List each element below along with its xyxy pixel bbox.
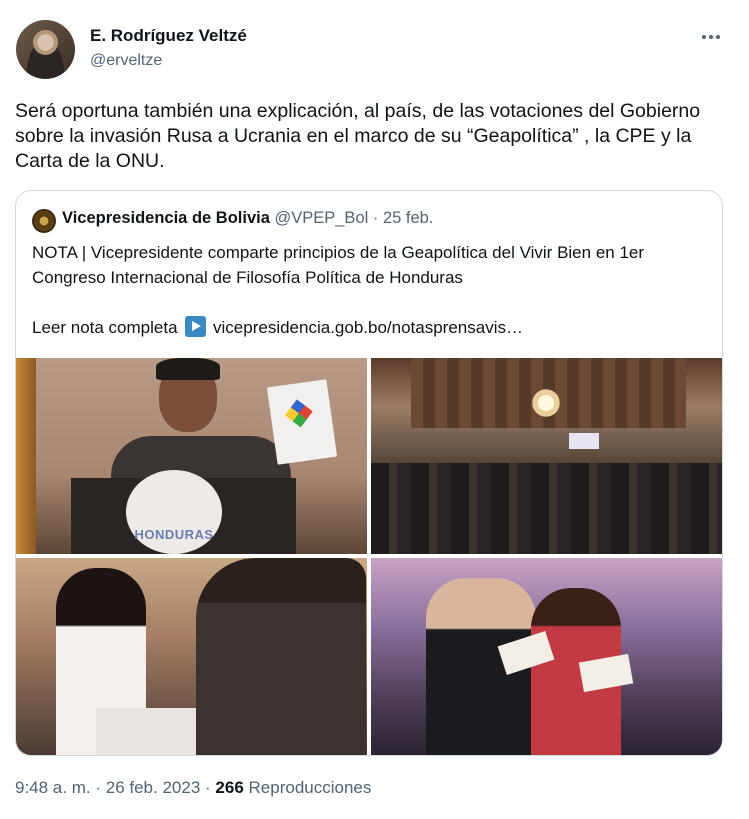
play-button-icon — [185, 316, 207, 337]
meta-separator: · — [205, 778, 211, 797]
tweet-time[interactable]: 9:48 a. m. — [15, 778, 91, 797]
tweet-text: Será oportuna también una explicación, a… — [15, 100, 701, 172]
podium-seal-text: HONDURAS — [134, 527, 214, 542]
quoted-author-name[interactable]: Vicepresidencia de Bolivia — [62, 209, 270, 227]
more-options-icon[interactable] — [698, 25, 724, 49]
quoted-text: NOTA | Vicepresidente comparte principio… — [32, 243, 645, 287]
quoted-separator: · — [372, 209, 379, 227]
quoted-author-handle: @VPEP_Bol — [274, 209, 369, 227]
photo-auditorium[interactable] — [371, 358, 722, 554]
author-name[interactable]: E. Rodríguez Veltzé — [90, 26, 247, 46]
author-handle[interactable]: @erveltze — [90, 52, 162, 70]
author-avatar[interactable] — [16, 20, 75, 79]
views-count: 266 — [215, 778, 244, 797]
quoted-header: Vicepresidencia de Bolivia @VPEP_Bol · 2… — [62, 209, 433, 228]
quoted-link-line: Leer nota completa vicepresidencia.gob.b… — [32, 315, 523, 340]
quoted-tweet[interactable]: Vicepresidencia de Bolivia @VPEP_Bol · 2… — [15, 190, 723, 756]
views-label: Reproducciones — [248, 778, 372, 797]
tweet-meta: 9:48 a. m. · 26 feb. 2023 · 266 Reproduc… — [15, 778, 371, 798]
meta-separator: · — [95, 778, 102, 797]
photo-signing[interactable] — [16, 558, 367, 755]
quoted-link[interactable]: vicepresidencia.gob.bo/notasprensavis… — [213, 318, 523, 337]
photo-speaker[interactable]: HONDURAS — [16, 358, 367, 554]
quoted-date[interactable]: 25 feb. — [383, 209, 433, 227]
tweet-date[interactable]: 26 feb. 2023 — [106, 778, 201, 797]
photo-audience-reading[interactable] — [371, 558, 722, 755]
quoted-avatar[interactable] — [32, 209, 56, 233]
link-prefix: Leer nota completa — [32, 318, 178, 337]
